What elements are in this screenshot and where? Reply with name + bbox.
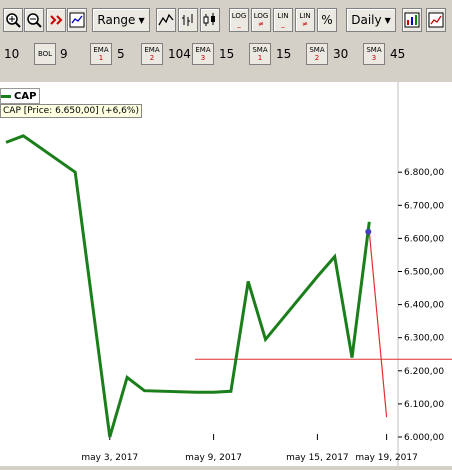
candlestick-icon: [203, 13, 215, 26]
zoom-in-icon: [6, 13, 21, 28]
range-dropdown[interactable]: Range ▼: [92, 8, 150, 32]
trend-line: [368, 231, 388, 418]
fit-chart-icon: [69, 12, 85, 28]
bar-chart-button[interactable]: [178, 8, 198, 32]
log-label: LOG: [231, 12, 247, 20]
sma2-label: SMA: [309, 46, 325, 54]
y-tick-label: 6.100,00: [404, 400, 444, 410]
ema1-value[interactable]: 5: [117, 44, 125, 64]
ema2-value[interactable]: 104: [168, 44, 191, 64]
percent-button[interactable]: %: [317, 8, 337, 32]
underline-icon: _: [237, 20, 241, 28]
ema2-button[interactable]: EMA 2: [141, 43, 163, 65]
sma3-value[interactable]: 45: [390, 44, 405, 64]
chevron-down-icon: ▼: [138, 15, 145, 25]
sma2-num: 2: [314, 54, 320, 62]
x-tick-label: may 3, 2017: [81, 453, 138, 463]
price-info-tooltip: CAP [Price: 6.650,00] (+6,6%): [0, 104, 142, 118]
not-equal-icon-2: ≠: [302, 20, 308, 28]
chevron-down-icon: ▼: [384, 15, 391, 25]
ema2-label: EMA: [144, 46, 160, 54]
price-marker: [365, 228, 372, 235]
fast-forward-button[interactable]: [46, 8, 66, 32]
x-tick-label: may 19, 2017: [355, 453, 418, 463]
sma1-num: 1: [257, 54, 263, 62]
not-equal-icon: ≠: [258, 20, 264, 28]
sma2-button[interactable]: SMA 2: [306, 43, 328, 65]
legend-swatch: [1, 94, 11, 98]
log-scale-button[interactable]: LOG _: [229, 8, 249, 32]
zoom-in-button[interactable]: [3, 8, 23, 32]
ema2-num: 2: [149, 54, 155, 62]
ema1-button[interactable]: EMA 1: [90, 43, 112, 65]
range-label: Range: [97, 13, 136, 27]
chart-settings-icon: [404, 12, 420, 28]
y-tick-label: 6.400,00: [404, 301, 444, 311]
bollinger-button[interactable]: BOL: [34, 43, 56, 65]
fit-chart-button[interactable]: [67, 8, 87, 32]
sma1-value[interactable]: 15: [276, 44, 291, 64]
interval-dropdown[interactable]: Daily ▼: [346, 8, 396, 32]
linear-scale-button[interactable]: LIN _: [273, 8, 293, 32]
x-tick-label: may 15, 2017: [286, 453, 349, 463]
chart-options-button[interactable]: [426, 8, 446, 32]
ema3-num: 3: [200, 54, 206, 62]
log-percent-button[interactable]: LOG ≠: [251, 8, 271, 32]
ema1-num: 1: [98, 54, 104, 62]
sma3-num: 3: [371, 54, 377, 62]
candlestick-button[interactable]: [200, 8, 220, 32]
chart-settings-button[interactable]: [402, 8, 422, 32]
ohlc-bar-icon: [182, 14, 193, 26]
indicator-toolbar: 10 BOL 9 EMA 1 5 EMA 2 104 EMA 3 15 SMA …: [0, 40, 452, 68]
double-chevron-right-icon: [50, 15, 63, 25]
interval-label: Daily: [351, 13, 382, 27]
ema1-label: EMA: [93, 46, 109, 54]
underline-icon-2: _: [281, 20, 285, 28]
sma1-button[interactable]: SMA 1: [249, 43, 271, 65]
percent-label: %: [321, 13, 333, 27]
main-toolbar: Range ▼ LOG _ LOG ≠ LIN _ LIN ≠ % Daily …: [0, 0, 452, 40]
x-tick-label: may 9, 2017: [185, 453, 242, 463]
zoom-out-button[interactable]: [24, 8, 44, 32]
legend[interactable]: CAP: [0, 88, 41, 104]
y-tick-label: 6.000,00: [404, 433, 444, 443]
period-value[interactable]: 10: [4, 44, 19, 64]
grid-chart-icon: [428, 12, 444, 28]
y-tick-label: 6.300,00: [404, 334, 444, 344]
sma1-label: SMA: [252, 46, 268, 54]
line-chart-icon: [158, 13, 174, 26]
legend-label: CAP: [14, 90, 37, 102]
zoom-out-icon: [27, 13, 42, 28]
price-chart[interactable]: 6.000,00 6.100,00 6.200,00 6.300,00 6.400,00…: [0, 82, 452, 466]
y-tick-label: 6.700,00: [404, 201, 444, 211]
y-tick-label: 6.800,00: [404, 168, 444, 178]
y-tick-label: 6.200,00: [404, 367, 444, 377]
bol-label: BOL: [37, 50, 53, 58]
ema3-value[interactable]: 15: [219, 44, 234, 64]
sma2-value[interactable]: 30: [333, 44, 348, 64]
log-label-2: LOG: [253, 12, 269, 20]
series-line-cap: [5, 134, 371, 438]
line-chart-button[interactable]: [156, 8, 176, 32]
ema3-button[interactable]: EMA 3: [192, 43, 214, 65]
sma3-label: SMA: [366, 46, 382, 54]
chart-area[interactable]: 6.000,00 6.100,00 6.200,00 6.300,00 6.400,00…: [0, 82, 452, 466]
lin-label-2: LIN: [299, 12, 311, 20]
linear-percent-button[interactable]: LIN ≠: [295, 8, 315, 32]
y-tick-label: 6.600,00: [404, 234, 444, 244]
y-tick-label: 6.500,00: [404, 268, 444, 278]
ema3-label: EMA: [195, 46, 211, 54]
lin-label: LIN: [277, 12, 289, 20]
sma3-button[interactable]: SMA 3: [363, 43, 385, 65]
bol-value[interactable]: 9: [60, 44, 68, 64]
